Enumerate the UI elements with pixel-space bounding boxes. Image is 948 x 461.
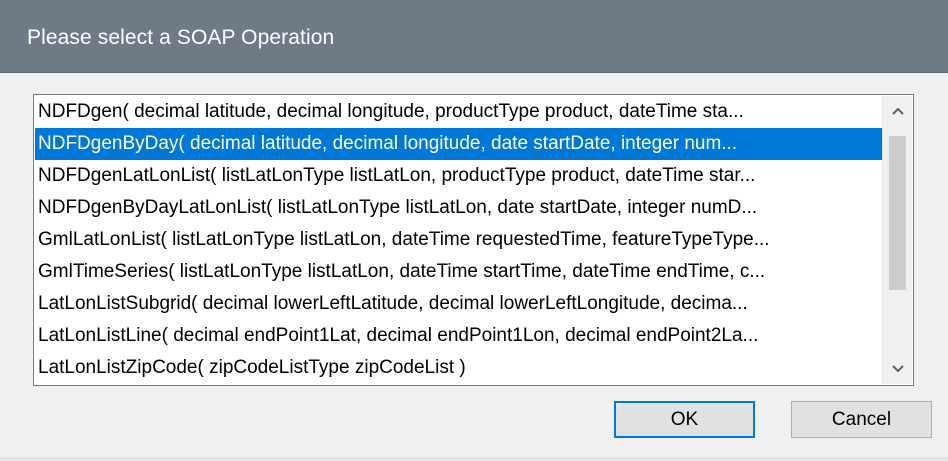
list-item[interactable]: GmlLatLonList( listLatLonType listLatLon… [35, 224, 910, 256]
ok-button[interactable]: OK [614, 401, 755, 438]
list-item[interactable]: NDFDgenByDay( decimal latitude, decimal … [35, 128, 910, 160]
vertical-scrollbar[interactable] [882, 96, 912, 384]
scroll-thumb[interactable] [889, 136, 906, 290]
operation-list: NDFDgen( decimal latitude, decimal longi… [35, 96, 910, 384]
list-item[interactable]: NDFDgen( decimal latitude, decimal longi… [35, 96, 910, 128]
scroll-up-button[interactable] [883, 96, 913, 126]
dialog-bottom-edge [0, 457, 948, 461]
dialog-title: Please select a SOAP Operation [27, 26, 335, 49]
list-item[interactable]: GmlTimeSeries( listLatLonType listLatLon… [35, 256, 910, 288]
list-item[interactable]: LatLonListZipCode( zipCodeListType zipCo… [35, 352, 910, 384]
list-item[interactable]: NDFDgenByDayLatLonList( listLatLonType l… [35, 192, 910, 224]
chevron-down-icon [892, 365, 904, 373]
soap-operation-dialog: Please select a SOAP Operation NDFDgen( … [0, 0, 948, 461]
chevron-up-icon [892, 107, 904, 115]
scroll-down-button[interactable] [883, 354, 913, 384]
list-item[interactable]: LatLonListSubgrid( decimal lowerLeftLati… [35, 288, 910, 320]
list-item[interactable]: LatLonListLine( decimal endPoint1Lat, de… [35, 320, 910, 352]
cancel-button[interactable]: Cancel [791, 401, 932, 438]
operation-listbox[interactable]: NDFDgen( decimal latitude, decimal longi… [33, 94, 914, 386]
list-item[interactable]: NDFDgenLatLonList( listLatLonType listLa… [35, 160, 910, 192]
title-bar[interactable]: Please select a SOAP Operation [0, 0, 948, 73]
